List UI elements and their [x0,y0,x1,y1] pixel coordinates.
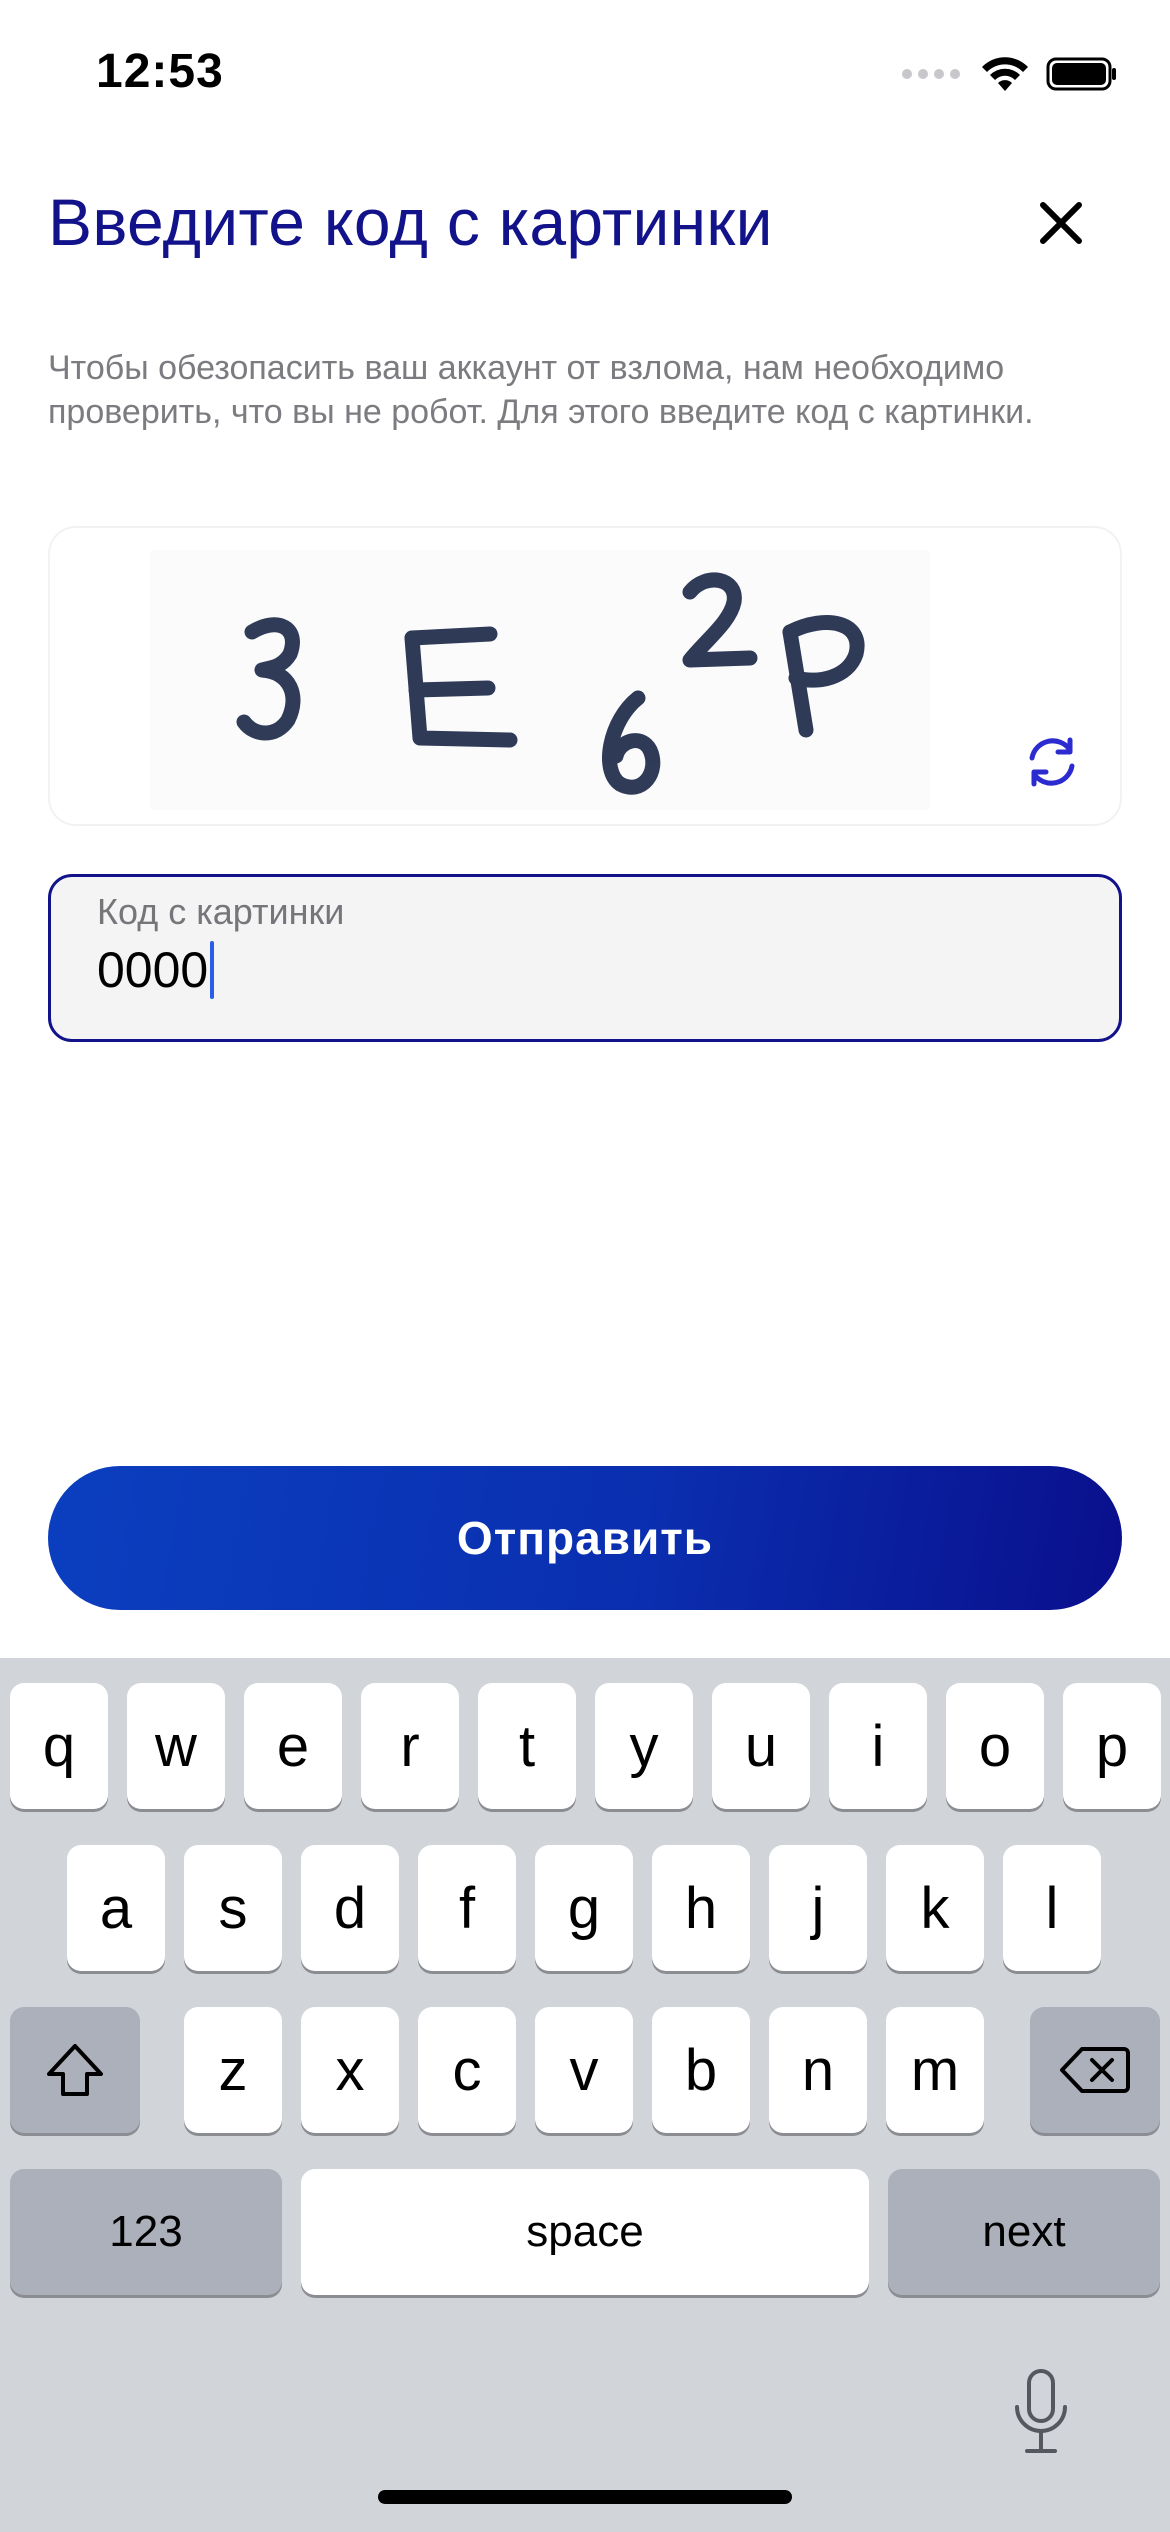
backspace-icon [1060,2047,1130,2093]
input-text: 0000 [97,942,209,998]
key-z[interactable]: z [184,2007,282,2133]
space-key[interactable]: space [301,2169,869,2295]
status-time: 12:53 [96,45,224,98]
captcha-container [48,526,1122,826]
shift-icon [47,2044,103,2096]
key-o[interactable]: o [946,1683,1044,1809]
key-n[interactable]: n [769,2007,867,2133]
submit-button[interactable]: Отправить [48,1466,1122,1610]
key-u[interactable]: u [712,1683,810,1809]
key-p[interactable]: p [1063,1683,1161,1809]
key-x[interactable]: x [301,2007,399,2133]
key-l[interactable]: l [1003,1845,1101,1971]
status-icons [902,52,1118,96]
key-g[interactable]: g [535,1845,633,1971]
key-h[interactable]: h [652,1845,750,1971]
key-q[interactable]: q [10,1683,108,1809]
page-title: Введите код с картинки [48,185,773,259]
captcha-code-input[interactable]: Код с картинки 0000 [48,874,1122,1042]
input-value[interactable]: 0000 [97,941,215,999]
refresh-captcha-button[interactable] [1016,726,1088,798]
key-t[interactable]: t [478,1683,576,1809]
home-indicator[interactable] [378,2490,792,2504]
battery-icon [1046,57,1116,91]
text-caret [210,941,215,999]
key-b[interactable]: b [652,2007,750,2133]
key-f[interactable]: f [418,1845,516,1971]
key-y[interactable]: y [595,1683,693,1809]
shift-key[interactable] [10,2007,140,2133]
key-i[interactable]: i [829,1683,927,1809]
numbers-key[interactable]: 123 [10,2169,282,2295]
microphone-button[interactable] [1006,2362,1076,2462]
key-s[interactable]: s [184,1845,282,1971]
backspace-key[interactable] [1030,2007,1160,2133]
key-j[interactable]: j [769,1845,867,1971]
key-d[interactable]: d [301,1845,399,1971]
key-m[interactable]: m [886,2007,984,2133]
captcha-image [150,550,930,810]
key-w[interactable]: w [127,1683,225,1809]
key-a[interactable]: a [67,1845,165,1971]
key-e[interactable]: e [244,1683,342,1809]
key-k[interactable]: k [886,1845,984,1971]
close-icon [1040,202,1082,244]
status-bar: 12:53 [0,0,1170,150]
key-v[interactable]: v [535,2007,633,2133]
input-label: Код с картинки [97,891,345,932]
key-r[interactable]: r [361,1683,459,1809]
signal-dots-icon [902,69,960,79]
description-text: Чтобы обезопасить ваш аккаунт от взлома,… [48,349,1034,431]
wifi-icon [982,57,1028,91]
next-key[interactable]: next [888,2169,1160,2295]
refresh-icon [1029,737,1075,787]
microphone-icon [1015,2369,1067,2453]
key-c[interactable]: c [418,2007,516,2133]
close-button[interactable] [1030,192,1092,254]
